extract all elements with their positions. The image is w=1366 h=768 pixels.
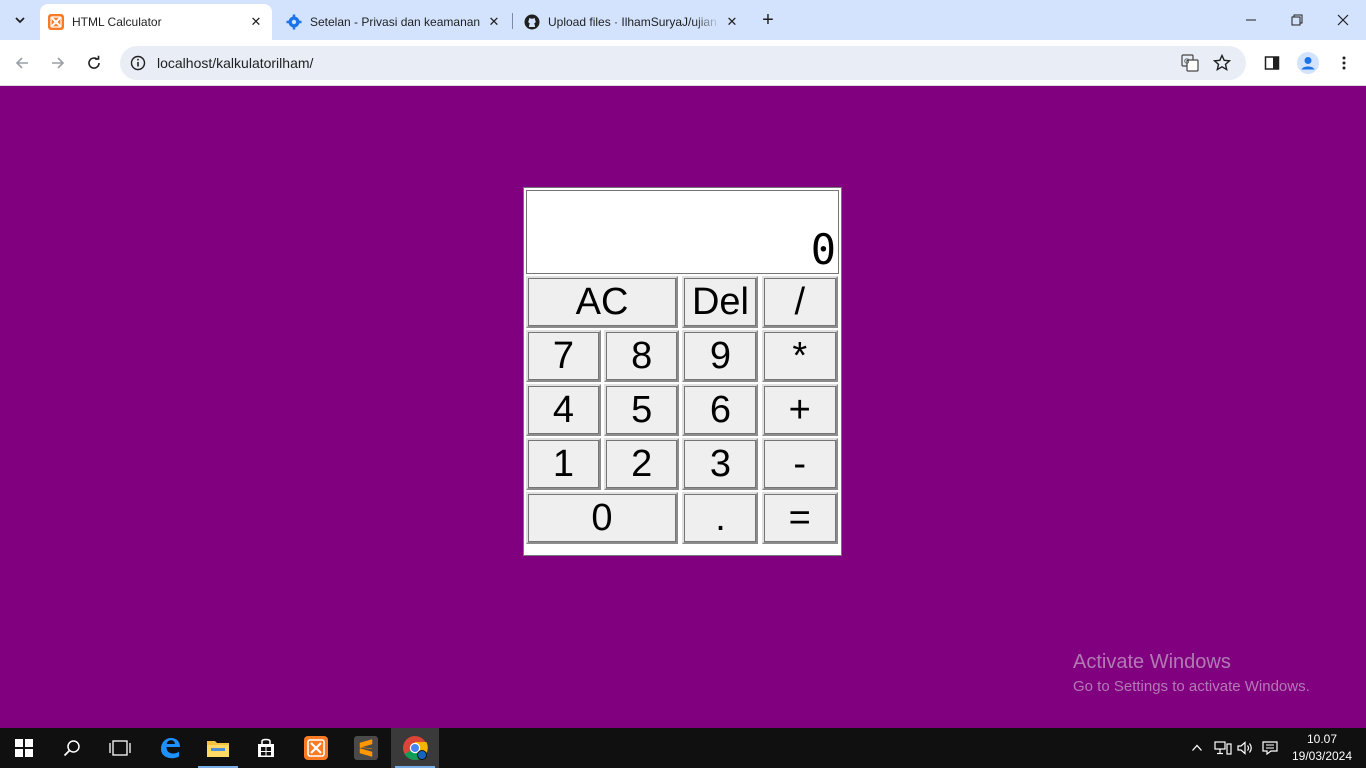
taskbar-store[interactable] — [242, 728, 290, 768]
forward-button[interactable] — [44, 49, 72, 77]
profile-button[interactable] — [1294, 49, 1322, 77]
digit-5-button[interactable]: 5 — [604, 384, 680, 436]
translate-icon[interactable]: G — [1180, 53, 1200, 73]
tab-settings[interactable]: Setelan - Privasi dan keamanan ✕ — [278, 4, 510, 40]
close-icon[interactable]: ✕ — [724, 14, 740, 30]
side-panel-icon — [1264, 56, 1280, 70]
tab-title: HTML Calculator — [72, 15, 162, 29]
close-icon[interactable]: ✕ — [248, 14, 264, 30]
edge-icon — [161, 738, 180, 759]
plus-icon: + — [762, 8, 774, 31]
minimize-icon — [1246, 19, 1256, 21]
notification-icon — [1262, 741, 1278, 755]
url-text: localhost/kalkulatorilham/ — [157, 55, 314, 71]
clock-date: 19/03/2024 — [1291, 749, 1353, 763]
activate-windows-watermark: Activate Windows Go to Settings to activ… — [1073, 651, 1310, 695]
taskbar-file-explorer[interactable] — [194, 728, 242, 768]
tab-title: Upload files · IlhamSuryaJ/ujian — [548, 15, 717, 29]
digit-2-button[interactable]: 2 — [604, 438, 680, 490]
digit-3-button[interactable]: 3 — [682, 438, 759, 490]
clear-all-button[interactable]: AC — [526, 276, 678, 328]
file-explorer-icon — [207, 741, 229, 757]
tab-github-upload[interactable]: Upload files · IlhamSuryaJ/ujian ✕ — [516, 4, 748, 40]
arrow-right-icon — [52, 57, 65, 69]
display-value: 0 — [810, 225, 836, 274]
tab-search-button[interactable] — [8, 8, 32, 32]
avatar — [1297, 52, 1319, 74]
svg-text:G: G — [1184, 58, 1189, 66]
watermark-title: Activate Windows — [1073, 651, 1231, 673]
start-icon — [15, 739, 33, 757]
sublime-text-icon — [354, 736, 378, 760]
xampp-icon — [48, 14, 64, 30]
github-icon — [524, 14, 540, 30]
equals-button[interactable]: = — [761, 492, 838, 544]
taskbar-sublime-text[interactable] — [342, 728, 390, 768]
digit-1-button[interactable]: 1 — [526, 438, 601, 490]
chevron-up-icon — [1192, 744, 1202, 751]
browser-toolbar: localhost/kalkulatorilham/ G — [0, 40, 1366, 86]
digit-8-button[interactable]: 8 — [604, 330, 680, 382]
divide-button[interactable]: / — [761, 276, 838, 328]
add-button[interactable]: + — [761, 384, 838, 436]
new-tab-button[interactable]: + — [758, 8, 778, 31]
tab-html-calculator[interactable]: HTML Calculator ✕ — [40, 4, 272, 40]
network-icon — [1214, 741, 1232, 755]
close-icon[interactable]: ✕ — [486, 14, 502, 30]
volume-button[interactable] — [1236, 728, 1256, 768]
digit-6-button[interactable]: 6 — [682, 384, 759, 436]
minimize-button[interactable] — [1228, 0, 1274, 40]
tab-separator — [512, 13, 513, 29]
watermark-subtitle: Go to Settings to activate Windows. — [1073, 678, 1310, 695]
search-button[interactable] — [48, 728, 96, 768]
calculator: 0 AC Del / 7 8 9 * 4 5 6 + 1 2 3 - 0 . = — [523, 187, 842, 556]
more-vertical-icon — [1342, 56, 1346, 70]
taskbar-xampp[interactable] — [292, 728, 340, 768]
taskbar: 10.07 19/03/2024 — [0, 728, 1366, 768]
multiply-button[interactable]: * — [761, 330, 838, 382]
reload-button[interactable] — [80, 49, 108, 77]
digit-0-button[interactable]: 0 — [526, 492, 678, 544]
volume-icon — [1237, 741, 1252, 755]
task-view-icon — [109, 740, 131, 756]
side-panel-button[interactable] — [1258, 49, 1286, 77]
show-hidden-icons-button[interactable] — [1188, 728, 1206, 768]
menu-button[interactable] — [1330, 49, 1358, 77]
delete-button[interactable]: Del — [682, 276, 759, 328]
site-info-icon[interactable] — [128, 53, 148, 73]
digit-4-button[interactable]: 4 — [526, 384, 601, 436]
calculator-grid: 0 AC Del / 7 8 9 * 4 5 6 + 1 2 3 - 0 . = — [524, 188, 841, 546]
arrow-left-icon — [15, 57, 28, 69]
reload-icon — [88, 55, 100, 69]
xampp-icon — [304, 736, 328, 760]
chevron-down-icon — [15, 17, 25, 24]
start-button[interactable] — [0, 728, 48, 768]
back-button[interactable] — [8, 49, 36, 77]
gear-icon — [286, 14, 302, 30]
system-clock[interactable]: 10.07 19/03/2024 — [1282, 731, 1362, 765]
tab-title: Setelan - Privasi dan keamanan — [310, 15, 481, 29]
action-center-button[interactable] — [1259, 728, 1281, 768]
taskbar-chrome[interactable] — [391, 728, 439, 768]
clock-time: 10.07 — [1306, 732, 1338, 746]
address-bar[interactable]: localhost/kalkulatorilham/ G — [120, 46, 1246, 80]
subtract-button[interactable]: - — [761, 438, 838, 490]
close-window-button[interactable] — [1320, 0, 1366, 40]
task-view-button[interactable] — [96, 728, 144, 768]
calculator-display: 0 — [526, 190, 839, 274]
bookmark-star-icon[interactable] — [1212, 53, 1232, 73]
decimal-button[interactable]: . — [682, 492, 759, 544]
network-button[interactable] — [1212, 728, 1234, 768]
tab-strip: HTML Calculator ✕ Setelan - Privasi dan … — [0, 0, 1366, 40]
taskbar-edge[interactable] — [146, 728, 194, 768]
digit-7-button[interactable]: 7 — [526, 330, 601, 382]
close-icon — [1337, 14, 1349, 26]
digit-9-button[interactable]: 9 — [682, 330, 759, 382]
restore-icon — [1291, 14, 1303, 26]
store-icon — [258, 738, 274, 757]
search-icon — [63, 740, 80, 757]
restore-button[interactable] — [1274, 0, 1320, 40]
chrome-icon — [403, 736, 428, 761]
